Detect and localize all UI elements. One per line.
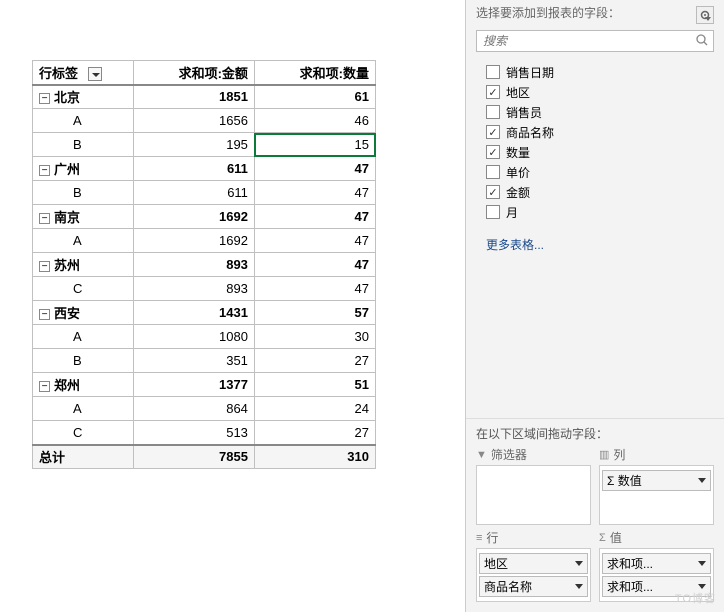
field-checkbox[interactable] [486, 105, 500, 119]
detail-row[interactable]: B61147 [33, 181, 376, 205]
field-row[interactable]: ✓ 金额 [486, 182, 714, 202]
collapse-icon[interactable]: − [39, 93, 50, 104]
field-row[interactable]: 销售员 [486, 102, 714, 122]
field-search[interactable] [476, 30, 714, 52]
detail-row[interactable]: B35127 [33, 349, 376, 373]
search-icon [695, 33, 709, 50]
detail-row[interactable]: C89347 [33, 277, 376, 301]
city-row[interactable]: −西安143157 [33, 301, 376, 325]
collapse-icon[interactable]: − [39, 261, 50, 272]
values-icon: Σ [599, 532, 606, 544]
field-row[interactable]: 销售日期 [486, 62, 714, 82]
rows-icon: ≡ [476, 532, 482, 544]
field-row[interactable]: 月 [486, 202, 714, 222]
fields-list: 销售日期 ✓ 地区销售员 ✓ 商品名称 ✓ 数量单价 ✓ 金额月 [466, 60, 724, 228]
chevron-down-icon[interactable] [575, 561, 583, 566]
city-row[interactable]: −北京185161 [33, 85, 376, 109]
detail-row[interactable]: C51327 [33, 421, 376, 445]
area-filter-label: 筛选器 [491, 446, 527, 463]
area-columns-label: 列 [613, 446, 625, 463]
detail-row[interactable]: A86424 [33, 397, 376, 421]
area-values[interactable]: 求和项...求和项... [599, 548, 714, 602]
row-labels-filter-dropdown[interactable] [88, 67, 102, 81]
area-filter[interactable] [476, 465, 591, 525]
chevron-down-icon[interactable] [575, 584, 583, 589]
columns-icon: ▥ [599, 448, 609, 461]
city-row[interactable]: −南京169247 [33, 205, 376, 229]
pivot-header-row: 行标签 求和项:金额 求和项:数量 [33, 61, 376, 85]
detail-row[interactable]: A165646 [33, 109, 376, 133]
field-checkbox[interactable]: ✓ [486, 145, 500, 159]
field-label: 金额 [506, 184, 530, 201]
detail-row[interactable]: B19515 [33, 133, 376, 157]
field-row[interactable]: ✓ 商品名称 [486, 122, 714, 142]
area-values-label: 值 [610, 529, 622, 546]
drag-areas-label: 在以下区域间拖动字段： [466, 418, 724, 446]
collapse-icon[interactable]: − [39, 381, 50, 392]
area-chip[interactable]: 求和项... [602, 576, 711, 597]
city-row[interactable]: −苏州89347 [33, 253, 376, 277]
city-row[interactable]: −郑州137751 [33, 373, 376, 397]
pivot-pane: 行标签 求和项:金额 求和项:数量 −北京185161A165646B19515… [0, 0, 465, 612]
field-label: 月 [506, 204, 518, 221]
field-checkbox[interactable]: ✓ [486, 125, 500, 139]
panel-options-button[interactable] [696, 6, 714, 24]
area-columns[interactable]: Σ 数值 [599, 465, 714, 525]
field-label: 数量 [506, 144, 530, 161]
field-label: 销售员 [506, 104, 542, 121]
collapse-icon[interactable]: − [39, 309, 50, 320]
area-chip[interactable]: Σ 数值 [602, 470, 711, 491]
field-label: 地区 [506, 84, 530, 101]
area-chip[interactable]: 地区 [479, 553, 588, 574]
row-labels-header[interactable]: 行标签 [33, 61, 134, 85]
field-label: 单价 [506, 164, 530, 181]
field-row[interactable]: 单价 [486, 162, 714, 182]
field-checkbox[interactable] [486, 165, 500, 179]
pivot-table[interactable]: 行标签 求和项:金额 求和项:数量 −北京185161A165646B19515… [32, 60, 376, 469]
chevron-down-icon[interactable] [698, 561, 706, 566]
field-row[interactable]: ✓ 数量 [486, 142, 714, 162]
detail-row[interactable]: A169247 [33, 229, 376, 253]
field-checkbox[interactable] [486, 205, 500, 219]
filter-icon: ▼ [476, 449, 487, 461]
chevron-down-icon[interactable] [698, 584, 706, 589]
city-row[interactable]: −广州61147 [33, 157, 376, 181]
panel-title: 选择要添加到报表的字段： [476, 6, 690, 20]
area-chip[interactable]: 求和项... [602, 553, 711, 574]
collapse-icon[interactable]: − [39, 213, 50, 224]
collapse-icon[interactable]: − [39, 165, 50, 176]
amount-header[interactable]: 求和项:金额 [133, 61, 254, 85]
field-label: 销售日期 [506, 64, 554, 81]
area-rows[interactable]: 地区商品名称 [476, 548, 591, 602]
area-rows-label: 行 [486, 529, 498, 546]
area-chip[interactable]: 商品名称 [479, 576, 588, 597]
more-tables-link[interactable]: 更多表格... [466, 228, 724, 253]
detail-row[interactable]: A108030 [33, 325, 376, 349]
search-input[interactable] [481, 33, 695, 49]
field-checkbox[interactable]: ✓ [486, 85, 500, 99]
field-row[interactable]: ✓ 地区 [486, 82, 714, 102]
field-checkbox[interactable] [486, 65, 500, 79]
qty-header[interactable]: 求和项:数量 [254, 61, 375, 85]
pivot-fields-panel: 选择要添加到报表的字段： 销售日期✓地区销售员✓商品名称✓数量单价✓金额月 更多… [465, 0, 724, 612]
field-checkbox[interactable]: ✓ [486, 185, 500, 199]
field-label: 商品名称 [506, 124, 554, 141]
chevron-down-icon[interactable] [698, 478, 706, 483]
grand-total-row[interactable]: 总计7855310 [33, 445, 376, 469]
